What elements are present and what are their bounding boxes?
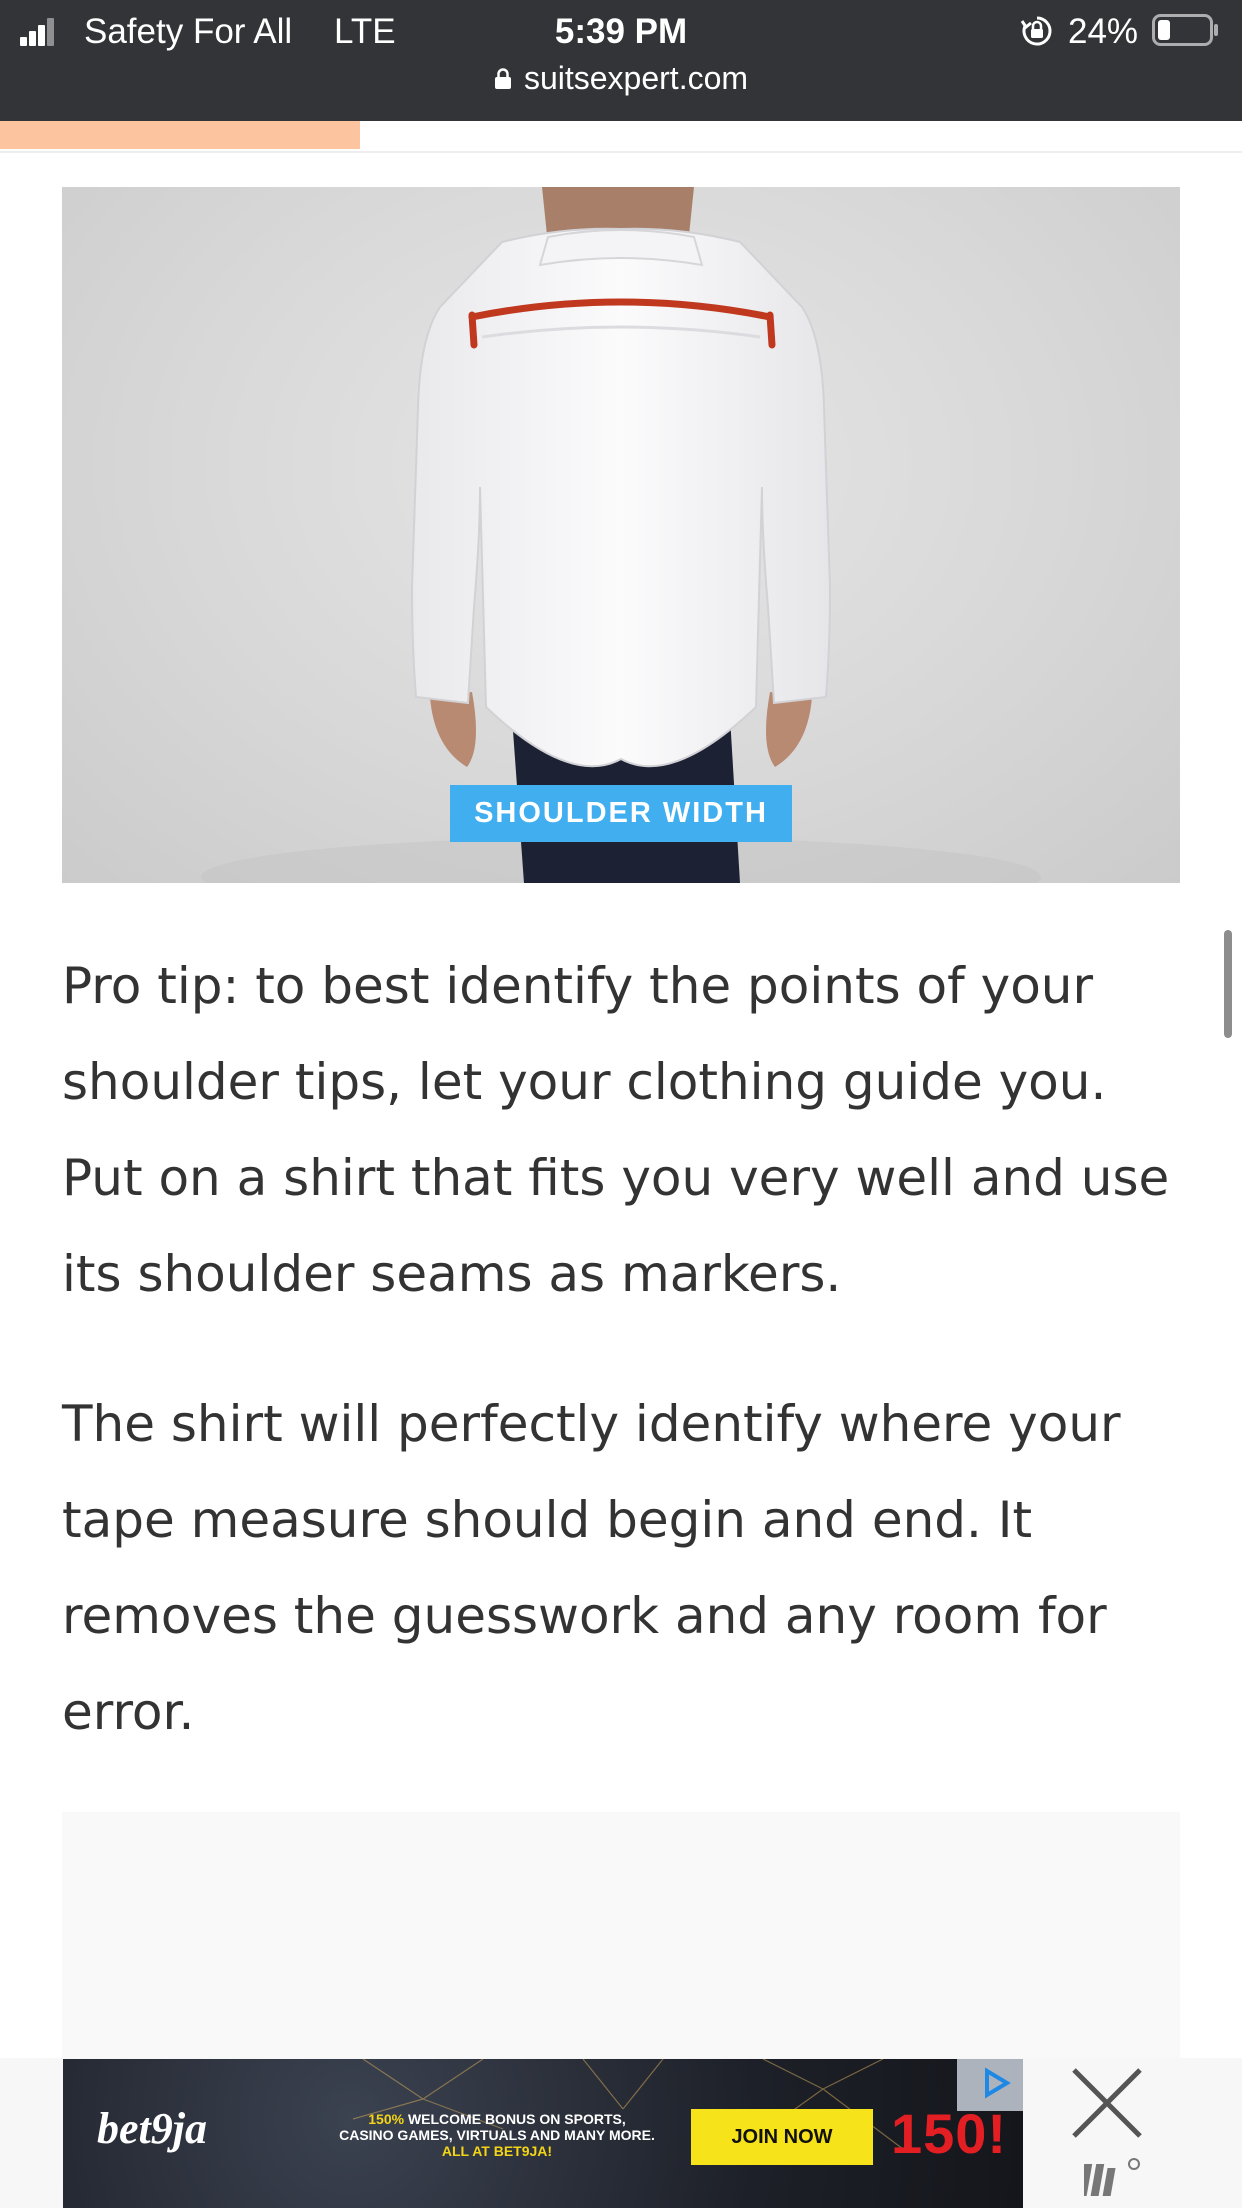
battery-icon [1152, 14, 1218, 46]
join-now-button[interactable]: JOIN NOW [691, 2109, 873, 2165]
ad-brand-logo: bet9ja [97, 2104, 207, 2153]
ad-line-1: WELCOME BONUS ON SPORTS, [407, 2111, 626, 2127]
article-paragraph: Pro tip: to best identify the points of … [62, 957, 1170, 1303]
clock: 5:39 PM [554, 12, 688, 51]
ad-network-logo-icon [1084, 2158, 1140, 2196]
reading-progress-bar [0, 121, 1242, 153]
ad-line-3: ALL AT BET9JA! [441, 2143, 553, 2159]
ad-banner[interactable]: bet9ja 150% WELCOME BONUS ON SPORTS, CAS… [63, 2059, 1023, 2208]
url-text: suitsexpert.com [523, 60, 749, 96]
url-bar[interactable]: suitsexpert.com [0, 58, 1242, 98]
ad-line-2: CASINO GAMES, VIRTUALS AND MANY MORE. [339, 2127, 655, 2143]
close-icon[interactable] [1068, 2064, 1146, 2142]
shoulder-width-image: SHOULDER WIDTH [62, 187, 1180, 883]
rotation-lock-icon [1020, 16, 1052, 46]
status-bar: Safety For All LTE 5:39 PM 24% suitsexpe… [0, 0, 1242, 121]
ad-choices-icon[interactable] [957, 2059, 1023, 2111]
battery-percent: 24% [1068, 12, 1139, 51]
shirt-back-illustration [201, 187, 1041, 883]
lock-icon [494, 68, 511, 89]
image-caption-banner: SHOULDER WIDTH [450, 785, 792, 842]
article-paragraph: The shirt will perfectly identify where … [62, 1395, 1121, 1741]
ad-description: 150% WELCOME BONUS ON SPORTS, CASINO GAM… [277, 2111, 717, 2159]
scrollbar[interactable] [1224, 930, 1232, 1038]
ad-highlight: 150% [368, 2111, 405, 2127]
reading-progress-fill [0, 121, 361, 149]
